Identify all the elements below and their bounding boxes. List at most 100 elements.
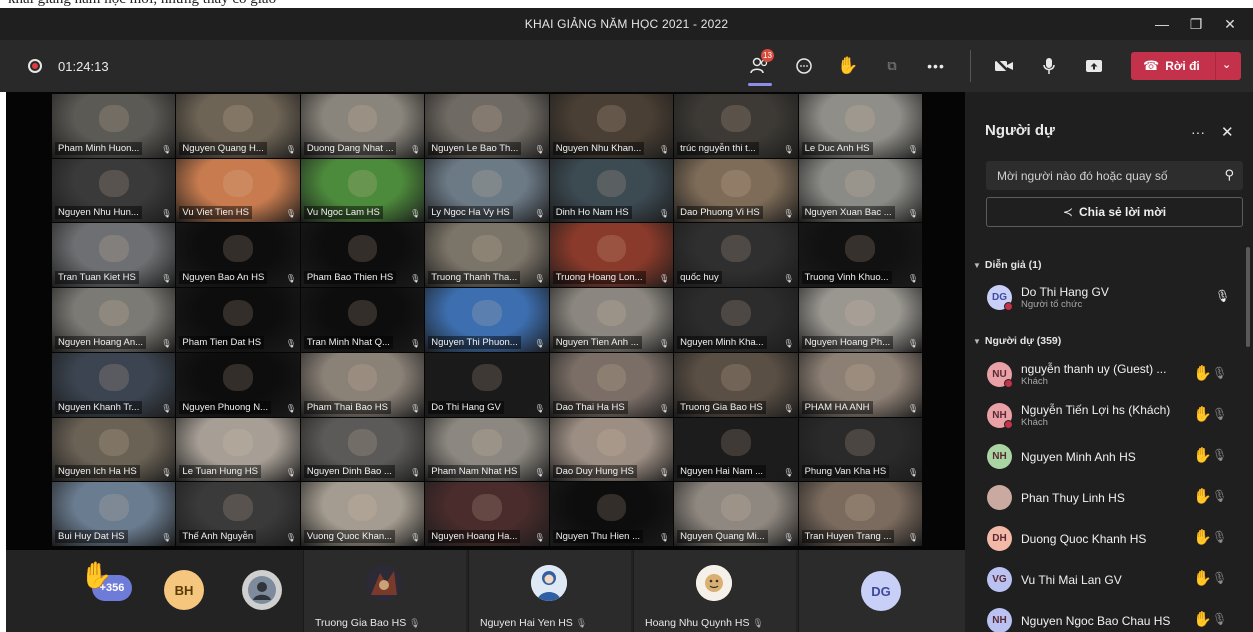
close-window-icon[interactable]: ✕ — [1213, 12, 1247, 36]
share-screen-button[interactable] — [1080, 52, 1108, 80]
video-tile[interactable]: Thế Anh Nguyễn 🎙 — [176, 482, 300, 546]
avatar-photo[interactable] — [242, 570, 282, 610]
video-tile[interactable]: Pham Tien Dat HS 🎙 — [176, 288, 300, 352]
video-tile[interactable]: Ly Ngoc Ha Vy HS 🎙 — [425, 158, 549, 223]
attendee-row[interactable]: VG Vu Thi Mai Lan GV ✋ 🎙 — [987, 562, 1245, 596]
rooms-button[interactable]: ⧉ — [878, 52, 906, 80]
video-tile[interactable]: Nguyen Xuan Bac ... 🎙 — [798, 158, 922, 223]
video-tile[interactable]: Dao Duy Hung HS 🎙 — [549, 417, 674, 482]
video-tile[interactable]: Do Thi Hang GV 🎙 — [425, 352, 549, 417]
video-tile[interactable]: Phung Van Kha HS 🎙 — [798, 417, 922, 482]
tile-name: Nguyen Nhu Khan... — [552, 141, 645, 155]
attendee-role: Khách — [1021, 376, 1048, 387]
person-avatar-icon — [248, 576, 276, 604]
search-icon[interactable]: ⚲ — [1224, 167, 1234, 183]
video-feed — [98, 493, 129, 521]
leave-button[interactable]: ☎ Rời đi ⌄ — [1131, 52, 1241, 80]
participants-button[interactable]: 13 — [746, 49, 774, 86]
mic-muted-icon: 🎙 — [410, 274, 421, 284]
phone-hangup-icon: ☎ — [1143, 58, 1160, 73]
video-tile[interactable]: Pham Minh Huon... 🎙 — [52, 94, 176, 158]
video-tile[interactable]: Dao Phuong Vi HS 🎙 — [674, 158, 798, 223]
video-tile[interactable]: Nguyen Hai Nam ... 🎙 — [674, 417, 798, 482]
attendee-row[interactable]: NH Nguyễn Tiến Lợi hs (Khách) Khách ✋ 🎙 — [987, 398, 1245, 432]
video-tile[interactable]: PHAM HA ANH 🎙 — [798, 352, 922, 417]
mic-muted-icon: 🎙 — [783, 533, 794, 542]
video-tile[interactable]: Nguyen Quang H... 🎙 — [176, 94, 300, 158]
camera-off-button[interactable] — [990, 52, 1018, 80]
video-tile[interactable]: Vu Viet Tien HS 🎙 — [176, 158, 300, 223]
video-tile[interactable]: Tran Tuan Kiet HS 🎙 — [52, 223, 176, 288]
video-tile[interactable]: Vuong Quoc Khan... 🎙 — [300, 482, 425, 546]
video-tile[interactable]: Pham Thai Bao HS 🎙 — [300, 352, 425, 417]
tile-name: Vuong Quoc Khan... — [303, 530, 396, 543]
chevron-down-icon[interactable]: ⌄ — [1222, 58, 1231, 71]
video-tile[interactable]: Nguyen Thi Phuon... 🎙 — [425, 288, 549, 352]
video-tile[interactable]: Nguyen Phuong N... 🎙 — [176, 352, 300, 417]
share-invite-button[interactable]: ≺ Chia sẻ lời mời — [986, 197, 1243, 227]
mic-button[interactable] — [1035, 52, 1063, 80]
video-tile[interactable]: Nguyen Hoang An... 🎙 — [52, 288, 176, 352]
panel-more-icon[interactable]: ··· — [1191, 124, 1205, 140]
video-tile[interactable]: quốc huy 🎙 — [674, 223, 798, 288]
video-tile[interactable]: Nguyen Khanh Tr... 🎙 — [52, 352, 176, 417]
participant-tile[interactable]: Hoang Nhu Quynh HS 🎙 — [633, 550, 796, 632]
video-tile[interactable]: Truong Vinh Khuo... 🎙 — [798, 223, 922, 288]
attendees-header[interactable]: ▼ Người dự (359) — [973, 335, 1061, 347]
tile-name: Phung Van Kha HS — [801, 465, 890, 479]
video-tile[interactable]: Le Duc Anh HS 🎙 — [798, 94, 922, 158]
video-tile[interactable]: Truong Gia Bao HS 🎙 — [674, 352, 798, 417]
raise-hand-button[interactable]: ✋ — [834, 52, 862, 80]
panel-scrollbar[interactable] — [1246, 247, 1250, 347]
video-tile[interactable]: Truong Hoang Lon... 🎙 — [549, 223, 674, 288]
chat-button[interactable] — [790, 52, 818, 80]
video-tile[interactable]: Nguyen Hoang Ph... 🎙 — [798, 288, 922, 352]
video-tile[interactable]: Le Tuan Hung HS 🎙 — [176, 417, 300, 482]
video-tile[interactable]: Dao Thai Ha HS 🎙 — [549, 352, 674, 417]
presenters-header[interactable]: ▼ Diễn giả (1) — [973, 259, 1042, 271]
video-tile[interactable]: Duong Dang Nhat ... 🎙 — [300, 94, 425, 158]
video-tile[interactable]: Nguyen Minh Kha... 🎙 — [674, 288, 798, 352]
minimize-icon[interactable]: — — [1145, 12, 1179, 36]
panel-close-icon[interactable]: ✕ — [1221, 123, 1234, 141]
video-tile[interactable]: trúc nguyễn thi t... 🎙 — [674, 94, 798, 158]
video-tile[interactable]: Tran Minh Nhat Q... 🎙 — [300, 288, 425, 352]
participant-tile[interactable]: Nguyen Hai Yen HS 🎙 — [468, 550, 631, 632]
video-tile[interactable]: Nguyen Nhu Khan... 🎙 — [549, 94, 674, 158]
attendee-row[interactable]: Phan Thuy Linh HS ✋ 🎙 — [987, 480, 1245, 514]
tile-name: Nguyen Phuong N... — [179, 400, 271, 414]
presenter-row[interactable]: DG Do Thi Hang GV Người tổ chức 🎙 — [987, 280, 1245, 314]
video-tile[interactable]: Bui Huy Dat HS 🎙 — [52, 482, 176, 546]
attendee-row[interactable]: NU nguyễn thanh uy (Guest) ... Khách ✋ 🎙 — [987, 357, 1245, 391]
video-tile[interactable]: Pham Nam Nhat HS 🎙 — [425, 417, 549, 482]
video-tile[interactable]: Truong Thanh Tha... 🎙 — [425, 223, 549, 288]
video-tile[interactable]: Nguyen Le Bao Th... 🎙 — [425, 94, 549, 158]
participant-tile[interactable]: Truong Gia Bao HS 🎙 — [303, 550, 466, 632]
video-tile[interactable]: Vu Ngoc Lam HS 🎙 — [300, 158, 425, 223]
video-tile[interactable]: Nguyen Dinh Bao ... 🎙 — [300, 417, 425, 482]
video-tile[interactable]: Pham Bao Thien HS 🎙 — [300, 223, 425, 288]
restore-icon[interactable]: ❐ — [1179, 12, 1213, 36]
more-actions-button[interactable]: ••• — [922, 52, 950, 80]
raised-hands-group[interactable]: +356 ✋ — [80, 560, 138, 604]
tile-name: Pham Bao Thien HS — [303, 271, 397, 285]
attendee-row[interactable]: NH Nguyen Ngoc Bao Chau HS ✋ 🎙 — [987, 603, 1245, 632]
video-tile[interactable]: Dinh Ho Nam HS 🎙 — [549, 158, 674, 223]
video-tile[interactable]: Nguyen Tien Anh ... 🎙 — [549, 288, 674, 352]
invite-input[interactable] — [986, 161, 1216, 190]
video-tile[interactable]: Nguyen Bao An HS 🎙 — [176, 223, 300, 288]
video-tile[interactable]: Tran Huyen Trang ... 🎙 — [798, 482, 922, 546]
video-tile[interactable]: Nguyen Hoang Ha... 🎙 — [425, 482, 549, 546]
avatar-bh[interactable]: BH — [164, 570, 204, 610]
participant-tile-dg[interactable]: DG — [798, 550, 965, 632]
video-tile[interactable]: Nguyen Nhu Hun... 🎙 — [52, 158, 176, 223]
attendee-row[interactable]: NH Nguyen Minh Anh HS ✋ 🎙 — [987, 439, 1245, 473]
attendee-row[interactable]: DH Duong Quoc Khanh HS ✋ 🎙 — [987, 521, 1245, 555]
video-tile[interactable]: Nguyen Quang Mi... 🎙 — [674, 482, 798, 546]
video-feed — [223, 234, 253, 262]
video-tile[interactable]: Nguyen Ich Ha HS 🎙 — [52, 417, 176, 482]
video-tile[interactable]: Nguyen Thu Hien ... 🎙 — [549, 482, 674, 546]
more-icon: ••• — [927, 58, 945, 74]
invite-search-box[interactable]: ⚲ — [986, 161, 1243, 190]
video-feed — [721, 234, 751, 262]
